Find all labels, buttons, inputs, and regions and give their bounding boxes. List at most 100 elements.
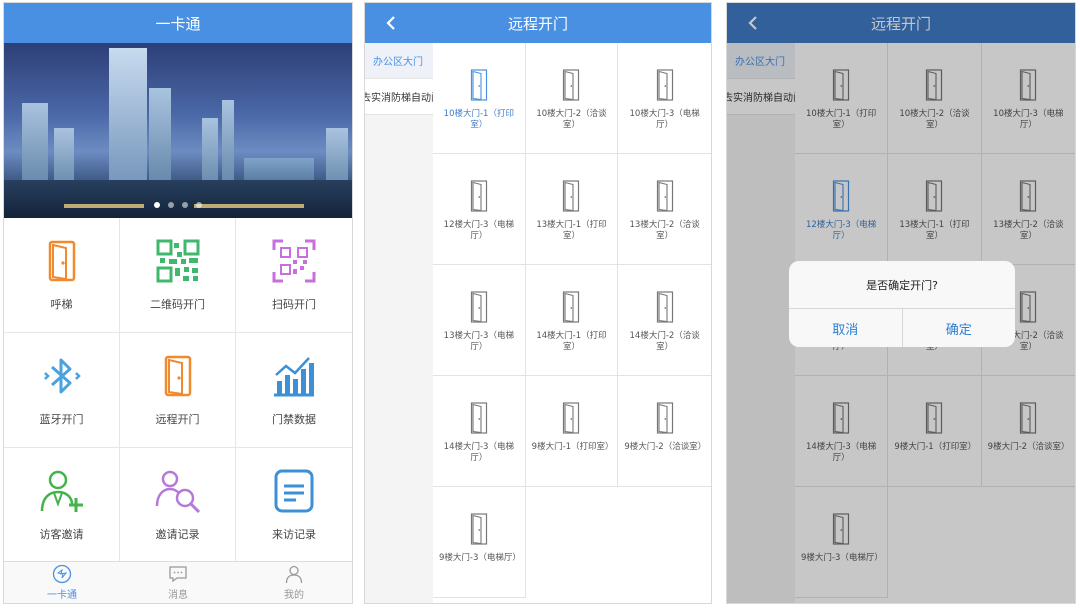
remote-door-icon: [164, 355, 191, 397]
door-item[interactable]: 9楼大门-2（洽谈室）: [618, 376, 711, 487]
tab-label: 我的: [284, 590, 304, 601]
scan-open-tile[interactable]: 扫码开门: [236, 218, 352, 333]
bluetooth-icon: [43, 358, 81, 394]
door-label: 13楼大门-1（打印室）: [536, 220, 607, 241]
door-icon: [656, 180, 673, 212]
remote-open-screen: 远程开门 办公区大门 去实消防梯自动门 10楼大门-1（打印室） 10楼大门-2（…: [364, 2, 712, 604]
door-item[interactable]: 12楼大门-3（电梯厅）: [433, 154, 526, 265]
category-item[interactable]: 去实消防梯自动门: [365, 79, 433, 115]
pagination-dot[interactable]: [168, 202, 174, 208]
door-label: 14楼大门-3（电梯厅）: [443, 442, 514, 463]
tile-label: 来访记录: [272, 528, 316, 541]
door-icon: [470, 180, 487, 212]
tile-label: 访客邀请: [39, 528, 84, 541]
call-elevator-tile[interactable]: 呼梯: [4, 218, 120, 333]
door-item[interactable]: 13楼大门-3（电梯厅）: [433, 265, 526, 376]
door-item[interactable]: 10楼大门-3（电梯厅）: [618, 43, 711, 154]
bluetooth-open-tile[interactable]: 蓝牙开门: [4, 333, 120, 448]
invite-search-icon: [155, 470, 200, 514]
pagination-dot[interactable]: [196, 202, 202, 208]
chevron-left-icon: [386, 16, 395, 30]
tile-label: 蓝牙开门: [39, 413, 84, 426]
invite-record-tile[interactable]: 邀请记录: [120, 448, 236, 563]
door-item[interactable]: 10楼大门-2（洽谈室）: [525, 43, 619, 154]
visit-record-tile[interactable]: 来访记录: [236, 448, 352, 563]
category-sidebar: 办公区大门 去实消防梯自动门: [365, 43, 433, 603]
door-item[interactable]: 13楼大门-1（打印室）: [525, 154, 619, 265]
door-item[interactable]: 14楼大门-3（电梯厅）: [433, 376, 526, 487]
tab-card[interactable]: 一卡通: [4, 562, 120, 603]
tab-message[interactable]: 消息: [120, 562, 236, 603]
door-grid: 10楼大门-1（打印室） 10楼大门-2（洽谈室） 10楼大门-3（电梯厅） 12楼大…: [433, 43, 711, 598]
dialog-message: 是否确定开门?: [789, 261, 1015, 309]
tile-label: 邀请记录: [155, 528, 200, 541]
tile-label: 远程开门: [155, 413, 200, 426]
tile-label: 呼梯: [50, 298, 73, 311]
door-icon: [470, 513, 487, 545]
home-navbar: 一卡通: [4, 3, 352, 43]
door-icon: [563, 291, 580, 323]
access-data-tile[interactable]: 门禁数据: [236, 333, 352, 448]
door-label: 9楼大门-3（电梯厅）: [439, 553, 521, 563]
door-item[interactable]: 9楼大门-1（打印室）: [525, 376, 619, 487]
tile-label: 二维码开门: [150, 298, 205, 311]
document-icon: [274, 469, 314, 513]
home-screen: 一卡通 呼梯 二维码开门 扫码开门 蓝牙开门 远程开门 门禁数据 访客邀请 邀请…: [3, 2, 353, 604]
door-item[interactable]: 10楼大门-1（打印室）: [433, 43, 526, 154]
chart-icon: [274, 357, 314, 397]
door-icon: [470, 291, 487, 323]
confirm-dialog: 是否确定开门? 取消 确定: [789, 261, 1015, 347]
door-item[interactable]: 9楼大门-3（电梯厅）: [433, 487, 526, 598]
door-label: 10楼大门-1（打印室）: [443, 109, 514, 130]
door-icon: [563, 180, 580, 212]
remote-open-tile[interactable]: 远程开门: [120, 333, 236, 448]
bottom-tabbar: 一卡通 消息 我的: [4, 561, 352, 603]
confirm-screen: 远程开门 办公区大门 去实消防梯自动门 10楼大门-1（打印室）10楼大门-2（…: [726, 2, 1076, 604]
tile-label: 门禁数据: [272, 413, 316, 426]
door-icon: [656, 69, 673, 101]
door-icon: [656, 402, 673, 434]
visitor-add-icon: [40, 470, 83, 512]
door-icon: [470, 69, 487, 101]
visitor-invite-tile[interactable]: 访客邀请: [4, 448, 120, 563]
tab-label: 一卡通: [47, 590, 77, 601]
door-label: 12楼大门-3（电梯厅）: [443, 220, 514, 241]
door-item[interactable]: 14楼大门-1（打印室）: [525, 265, 619, 376]
message-icon: [169, 566, 187, 583]
page-title: 远程开门: [507, 14, 568, 33]
qr-code-icon: [156, 239, 199, 283]
qr-open-tile[interactable]: 二维码开门: [120, 218, 236, 333]
door-icon: [656, 291, 673, 323]
door-label: 9楼大门-2（洽谈室）: [624, 442, 707, 452]
user-icon: [285, 565, 303, 584]
door-icon: [470, 402, 487, 434]
pagination-dot[interactable]: [154, 202, 160, 208]
door-label: 14楼大门-2（洽谈室）: [629, 331, 700, 352]
card-icon: [52, 564, 72, 584]
door-label: 14楼大门-1（打印室）: [536, 331, 607, 352]
banner-pagination: [4, 202, 352, 208]
door-label: 10楼大门-3（电梯厅）: [629, 109, 700, 130]
door-item[interactable]: 13楼大门-2（洽谈室）: [618, 154, 711, 265]
remote-navbar: 远程开门: [365, 3, 711, 43]
pagination-dot[interactable]: [182, 202, 188, 208]
door-icon: [48, 240, 75, 282]
function-grid: 呼梯 二维码开门 扫码开门 蓝牙开门 远程开门 门禁数据 访客邀请 邀请记录 来…: [4, 218, 352, 563]
door-item[interactable]: 14楼大门-2（洽谈室）: [618, 265, 711, 376]
door-label: 13楼大门-2（洽谈室）: [629, 220, 700, 241]
confirm-button[interactable]: 确定: [901, 309, 1016, 347]
door-icon: [563, 402, 580, 434]
door-label: 10楼大门-2（洽谈室）: [536, 109, 607, 130]
tab-label: 消息: [168, 590, 188, 601]
category-item[interactable]: 办公区大门: [365, 43, 433, 79]
banner-image[interactable]: [4, 43, 352, 218]
tile-label: 扫码开门: [272, 298, 316, 311]
page-title: 一卡通: [155, 14, 201, 33]
scan-qr-icon: [272, 239, 316, 283]
door-icon: [563, 69, 580, 101]
back-button[interactable]: [385, 3, 397, 43]
cancel-button[interactable]: 取消: [789, 309, 902, 347]
tab-profile[interactable]: 我的: [236, 562, 352, 603]
door-label: 13楼大门-3（电梯厅）: [443, 331, 514, 352]
door-label: 9楼大门-1（打印室）: [531, 442, 614, 452]
